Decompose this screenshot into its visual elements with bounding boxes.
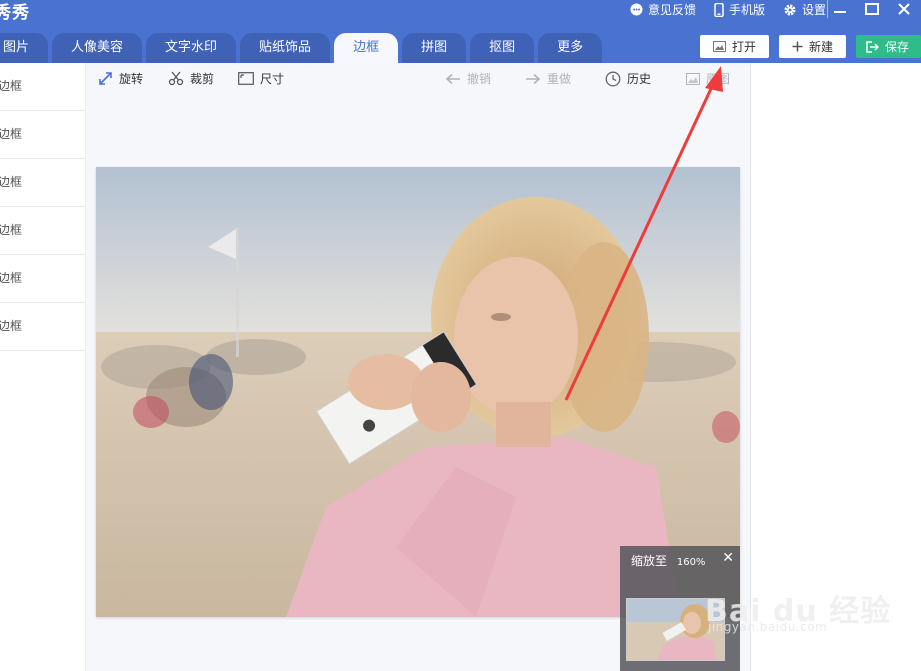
baidu-watermark: Bai du 经验 jingyan.baidu.com: [700, 568, 920, 648]
zoom-prefix: 缩放至: [631, 554, 668, 568]
zoom-label: 缩放至 160%: [631, 552, 705, 569]
watermark-url: jingyan.baidu.com: [708, 620, 828, 634]
zoom-value: 160%: [676, 557, 706, 568]
zoom-close-button[interactable]: ✕: [722, 550, 734, 566]
